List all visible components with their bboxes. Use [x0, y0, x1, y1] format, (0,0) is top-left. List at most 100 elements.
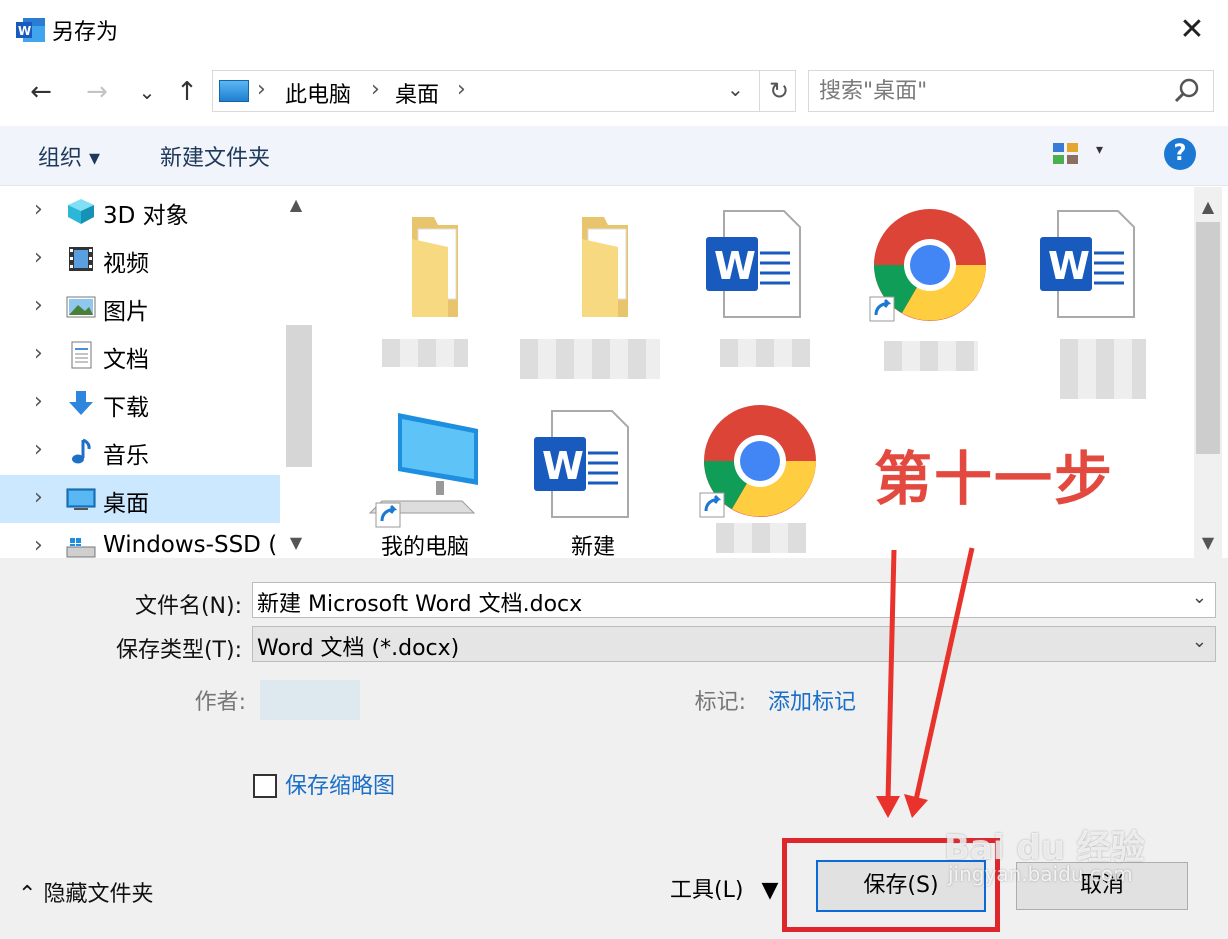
computer-icon: [368, 413, 478, 528]
new-folder-button[interactable]: 新建文件夹: [160, 140, 270, 172]
documents-icon: [71, 341, 92, 369]
tags-label: 标记:: [694, 690, 746, 715]
blurred-author-value[interactable]: [260, 680, 360, 720]
chrome-icon: [869, 209, 986, 322]
downloads-icon: [69, 391, 93, 415]
word-document-item[interactable]: W: [692, 209, 842, 367]
sidebar-item-label: 下载: [103, 395, 149, 421]
folder-icon: [582, 217, 628, 317]
word-document-icon: W: [1040, 210, 1135, 318]
chrome-shortcut-item[interactable]: [856, 209, 1006, 371]
refresh-button[interactable]: ↻: [763, 73, 795, 109]
divider: [759, 71, 760, 111]
scroll-down-icon[interactable]: ▼: [1198, 533, 1218, 552]
scrollbar-thumb[interactable]: [1196, 222, 1220, 454]
blurred-filename: [382, 339, 468, 367]
add-tags-link[interactable]: 添加标记: [768, 684, 856, 716]
sidebar-item-3d-objects[interactable]: › 3D 对象: [0, 187, 280, 235]
chevron-right-icon[interactable]: ›: [34, 437, 43, 462]
file-type-label: 保存类型(T):: [115, 638, 242, 663]
blurred-filename: [716, 523, 806, 553]
3d-objects-icon: [68, 199, 94, 224]
chevron-down-icon[interactable]: ⌄: [1192, 631, 1207, 652]
desktop-icon: [66, 488, 96, 510]
folder-item[interactable]: [348, 209, 498, 367]
search-input[interactable]: [819, 75, 1169, 107]
chevron-right-icon[interactable]: ›: [34, 533, 43, 558]
blurred-filename: [720, 339, 810, 367]
help-button[interactable]: ?: [1164, 138, 1196, 170]
folder-icon: [412, 217, 458, 317]
view-options-icon[interactable]: [1052, 142, 1080, 166]
chrome-shortcut-item[interactable]: [686, 405, 836, 555]
sidebar-item-windows-ssd[interactable]: › Windows-SSD (: [0, 523, 280, 558]
address-bar[interactable]: › 此电脑 › 桌面 › ⌄ ↻: [212, 70, 796, 112]
chevron-right-icon[interactable]: ›: [34, 293, 43, 318]
scroll-up-icon[interactable]: ▲: [1198, 197, 1218, 216]
chevron-down-icon[interactable]: ⌄: [727, 77, 744, 101]
dropdown-arrow-icon: ▼: [761, 878, 779, 903]
sidebar-item-label: 3D 对象: [103, 203, 189, 229]
file-type-value[interactable]: Word 文档 (*.docx): [257, 630, 459, 662]
author-label: 作者:: [194, 690, 246, 715]
organize-button[interactable]: 组织 ▾: [38, 140, 100, 172]
title-bar: W 另存为 ✕: [0, 0, 1228, 60]
music-icon: [72, 438, 91, 464]
sidebar-item-pictures[interactable]: › 图片: [0, 283, 280, 331]
filename-field[interactable]: 新建 Microsoft Word 文档.docx ⌄: [252, 582, 1216, 618]
breadcrumb-separator-icon: ›: [257, 77, 266, 102]
scroll-down-icon[interactable]: ▼: [286, 533, 306, 552]
chevron-right-icon[interactable]: ›: [34, 341, 43, 366]
video-icon: [69, 247, 93, 271]
my-computer-shortcut-item[interactable]: 我的电脑: [350, 409, 500, 558]
chevron-down-icon[interactable]: ⌄: [1192, 587, 1207, 608]
breadcrumb-this-pc[interactable]: 此电脑: [285, 77, 351, 109]
sidebar-item-downloads[interactable]: › 下载: [0, 379, 280, 427]
close-button[interactable]: ✕: [1170, 12, 1214, 48]
svg-text:W: W: [714, 244, 756, 288]
blurred-filename: [884, 341, 978, 371]
search-icon[interactable]: [1173, 77, 1201, 105]
save-thumbnail-checkbox[interactable]: [253, 774, 277, 798]
sidebar-item-video[interactable]: › 视频: [0, 235, 280, 283]
sidebar-item-label: 视频: [103, 251, 149, 277]
sidebar-item-music[interactable]: › 音乐: [0, 427, 280, 475]
search-box[interactable]: [808, 70, 1214, 112]
sidebar-item-label: 文档: [103, 347, 149, 373]
scroll-up-icon[interactable]: ▲: [286, 195, 306, 214]
hide-folders-button[interactable]: ⌃ 隐藏文件夹: [18, 876, 153, 908]
this-pc-icon: [219, 80, 249, 102]
view-dropdown-icon[interactable]: ▾: [1096, 142, 1103, 158]
chevron-right-icon[interactable]: ›: [34, 485, 43, 510]
chrome-icon: [699, 405, 816, 518]
navigation-pane: › 3D 对象 › 视频 › 图片 › 文档 › 下载 › 音乐 › 桌面 › …: [0, 187, 314, 558]
filename-value[interactable]: 新建 Microsoft Word 文档.docx: [257, 586, 582, 618]
sidebar-item-label: Windows-SSD (: [103, 532, 278, 558]
command-toolbar: 组织 ▾ 新建文件夹 ▾ ?: [0, 126, 1228, 186]
chevron-right-icon[interactable]: ›: [34, 389, 43, 414]
word-document-item[interactable]: W 新建: [518, 409, 668, 558]
drive-icon: [66, 538, 96, 558]
up-button[interactable]: ↑: [170, 74, 204, 110]
window-title: 另存为: [52, 20, 119, 45]
forward-button[interactable]: →: [80, 74, 114, 110]
sidebar-item-desktop[interactable]: › 桌面: [0, 475, 280, 523]
breadcrumb-separator-icon: ›: [371, 77, 380, 102]
chevron-right-icon[interactable]: ›: [34, 245, 43, 270]
step-annotation: 第十一步: [874, 445, 1115, 513]
svg-text:W: W: [1048, 244, 1090, 288]
breadcrumb-desktop[interactable]: 桌面: [395, 77, 439, 109]
file-label: 新建: [570, 535, 615, 558]
word-app-icon: W: [16, 18, 45, 42]
file-type-select[interactable]: Word 文档 (*.docx) ⌄: [252, 626, 1216, 662]
chevron-right-icon[interactable]: ›: [34, 197, 43, 222]
scrollbar-thumb[interactable]: [286, 325, 312, 467]
folder-item[interactable]: [518, 209, 668, 379]
breadcrumb-separator-icon: ›: [457, 77, 466, 102]
back-button[interactable]: ←: [24, 74, 58, 110]
tools-button[interactable]: 工具(L) ▼: [670, 872, 778, 904]
recent-locations-button[interactable]: ⌄: [130, 74, 164, 110]
save-thumbnail-label[interactable]: 保存缩略图: [285, 768, 395, 800]
word-document-item[interactable]: W: [1026, 209, 1176, 399]
sidebar-item-documents[interactable]: › 文档: [0, 331, 280, 379]
